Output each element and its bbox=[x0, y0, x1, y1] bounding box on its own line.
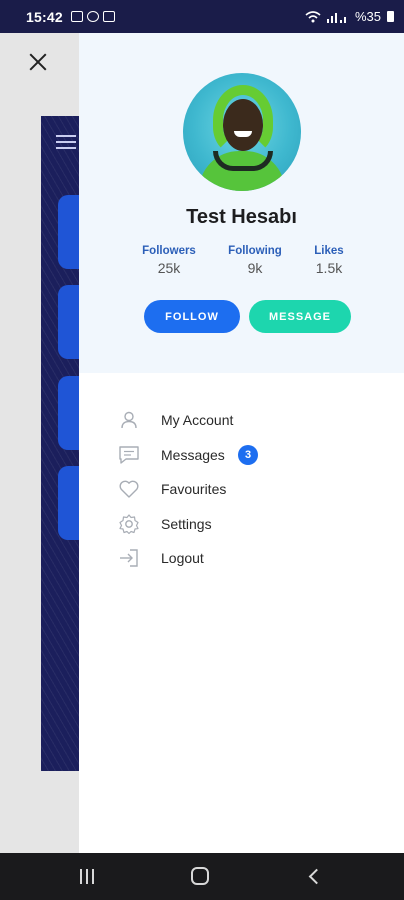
close-icon[interactable] bbox=[26, 50, 50, 74]
menu-item-label: Logout bbox=[161, 550, 204, 566]
signal-icon bbox=[326, 12, 346, 23]
background-card bbox=[58, 376, 79, 450]
message-button[interactable]: MESSAGE bbox=[249, 300, 351, 333]
hamburger-icon bbox=[56, 135, 76, 153]
avatar[interactable] bbox=[183, 73, 301, 191]
messages-count-badge: 3 bbox=[238, 445, 258, 465]
menu-item-favourites[interactable]: Favourites bbox=[117, 477, 226, 501]
stat-followers[interactable]: Followers 25k bbox=[137, 245, 201, 276]
stat-label: Likes bbox=[314, 245, 344, 257]
follow-button[interactable]: FOLLOW bbox=[144, 300, 240, 333]
menu-item-settings[interactable]: Settings bbox=[117, 512, 212, 536]
background-card bbox=[58, 466, 79, 540]
status-notification-icons bbox=[70, 11, 115, 22]
image-icon bbox=[70, 11, 83, 22]
recents-icon[interactable] bbox=[80, 869, 96, 884]
menu-item-label: Settings bbox=[161, 516, 212, 532]
menu-item-my-account[interactable]: My Account bbox=[117, 408, 233, 432]
stat-value: 25k bbox=[157, 260, 181, 276]
battery-icon bbox=[387, 11, 394, 22]
menu-item-label: My Account bbox=[161, 412, 234, 428]
background-card bbox=[58, 285, 79, 359]
navigation-bar bbox=[0, 853, 404, 900]
user-icon bbox=[117, 408, 141, 432]
logout-icon bbox=[117, 546, 141, 570]
menu-item-label: Messages bbox=[161, 447, 225, 463]
battery-percent: %35 bbox=[354, 9, 381, 24]
status-bar: 15:42 %35 bbox=[0, 0, 404, 33]
gear-icon bbox=[117, 512, 141, 536]
menu-item-messages[interactable]: Messages 3 bbox=[117, 443, 258, 467]
home-icon[interactable] bbox=[191, 867, 209, 885]
menu-item-logout[interactable]: Logout bbox=[117, 546, 204, 570]
sync-icon bbox=[86, 11, 99, 22]
stat-value: 1.5k bbox=[315, 260, 343, 276]
stat-value: 9k bbox=[247, 260, 263, 276]
stat-label: Followers bbox=[142, 245, 196, 257]
profile-name: Test Hesabı bbox=[186, 206, 297, 228]
profile-panel: Test Hesabı Followers 25k Following 9k L… bbox=[79, 33, 404, 373]
laptop-icon bbox=[102, 11, 115, 22]
heart-icon bbox=[117, 477, 141, 501]
menu-item-label: Favourites bbox=[161, 481, 227, 497]
back-icon[interactable] bbox=[306, 867, 324, 885]
wifi-icon bbox=[305, 10, 321, 22]
side-drawer: Test Hesabı Followers 25k Following 9k L… bbox=[79, 33, 404, 853]
message-icon bbox=[117, 443, 141, 467]
background-card bbox=[58, 195, 79, 269]
stat-likes[interactable]: Likes 1.5k bbox=[307, 245, 351, 276]
stat-following[interactable]: Following 9k bbox=[223, 245, 287, 276]
status-time: 15:42 bbox=[26, 8, 63, 25]
status-system-icons: %35 bbox=[305, 9, 394, 24]
stat-label: Following bbox=[228, 245, 282, 257]
